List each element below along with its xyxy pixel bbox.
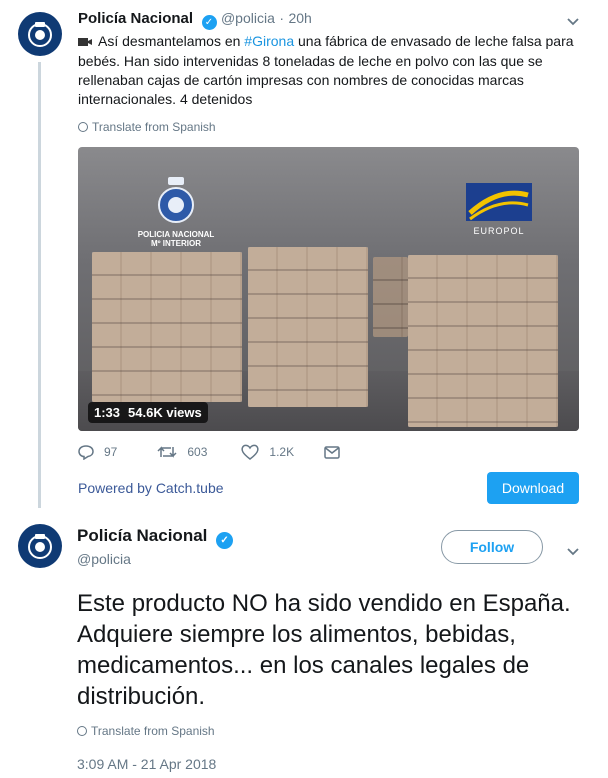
tweet-time[interactable]: 20h	[288, 10, 311, 26]
video-stats-badge: 1:33 54.6K views	[88, 402, 208, 423]
reply-button[interactable]: 97	[78, 444, 118, 460]
retweet-count: 603	[187, 445, 208, 459]
video-player[interactable]: POLICIA NACIONAL Mº INTERIOR EUROPOL 1:3…	[78, 147, 579, 431]
retweet-button[interactable]: 603	[157, 445, 207, 459]
globe-icon	[78, 122, 88, 132]
europol-text: EUROPOL	[473, 226, 525, 236]
powered-by-link[interactable]: Powered by Catch.tube	[78, 480, 224, 496]
policia-logo: POLICIA NACIONAL Mº INTERIOR	[126, 177, 226, 248]
tweet-text-part1: Así desmantelamos en	[98, 33, 245, 49]
tweet-timestamp[interactable]: 3:09 AM - 21 Apr 2018	[77, 756, 216, 772]
author-handle[interactable]: @policia	[77, 551, 131, 567]
verified-icon: ✓	[216, 532, 234, 549]
like-button[interactable]: 1.2K	[241, 444, 294, 460]
video-views: 54.6K views	[128, 405, 202, 420]
logo-line-2: Mº INTERIOR	[150, 239, 202, 248]
europol-emblem-icon	[466, 183, 532, 221]
hashtag-link[interactable]: #Girona	[244, 33, 294, 49]
follow-button[interactable]: Follow	[441, 530, 543, 564]
author-name-large[interactable]: Policía Nacional ✓	[77, 526, 234, 549]
author-handle[interactable]: @policia	[221, 10, 275, 26]
tweet-text: Así desmantelamos en #Girona una fábrica…	[78, 32, 578, 109]
tweet-header: Policía Nacional ✓ @policia · 20h	[78, 10, 312, 30]
globe-icon	[77, 726, 87, 736]
translate-label: Translate from Spanish	[92, 120, 216, 134]
separator-dot: ·	[279, 10, 284, 26]
heart-icon	[241, 444, 260, 460]
thread-connector	[38, 62, 41, 508]
translate-link[interactable]: Translate from Spanish	[78, 120, 216, 134]
avatar[interactable]	[18, 12, 62, 56]
retweet-icon	[157, 446, 177, 458]
logo-line-1: POLICIA NACIONAL	[137, 230, 215, 239]
camera-icon	[78, 33, 92, 52]
chevron-down-icon[interactable]	[566, 14, 580, 30]
author-name[interactable]: Policía Nacional	[78, 10, 193, 27]
shrink-wrap	[92, 252, 242, 402]
translate-label: Translate from Spanish	[91, 724, 215, 738]
europol-logo: EUROPOL	[466, 183, 532, 236]
shrink-wrap	[248, 247, 368, 407]
envelope-icon	[324, 445, 340, 459]
police-badge-icon	[28, 534, 52, 559]
tweet-actions: 97 603 1.2K	[78, 444, 370, 460]
pallet-back	[373, 257, 408, 337]
chevron-down-icon[interactable]	[566, 544, 580, 562]
reply-icon	[78, 444, 94, 460]
police-badge-icon	[28, 22, 52, 47]
shrink-wrap	[408, 255, 558, 427]
message-button[interactable]	[324, 445, 340, 459]
reply-count: 97	[104, 445, 118, 459]
download-button[interactable]: Download	[487, 472, 579, 504]
translate-link[interactable]: Translate from Spanish	[77, 724, 215, 738]
tweet-text-large: Este producto NO ha sido vendido en Espa…	[77, 590, 571, 710]
video-duration: 1:33	[94, 405, 121, 420]
author-name: Policía Nacional	[77, 526, 208, 545]
verified-icon: ✓	[201, 15, 217, 30]
police-crest-icon	[158, 177, 194, 223]
avatar[interactable]	[18, 524, 62, 568]
like-count: 1.2K	[269, 445, 295, 459]
